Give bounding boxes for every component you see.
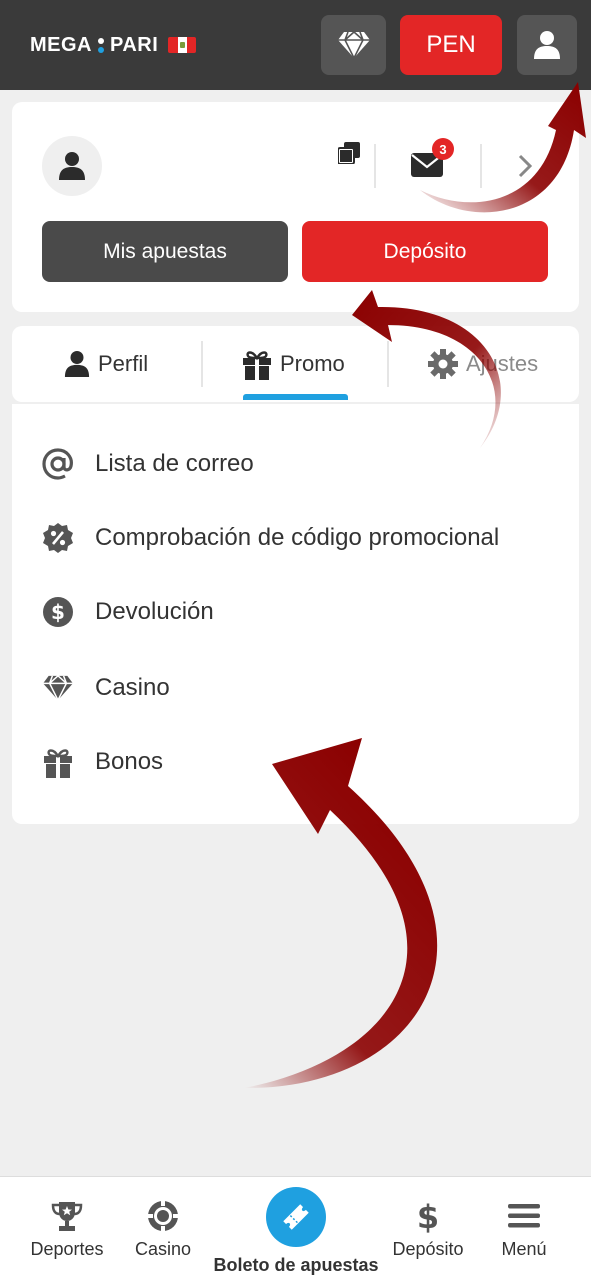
diamond-icon	[40, 670, 76, 706]
nav-deposit[interactable]: $ Depósito	[388, 1177, 468, 1280]
ticket-icon	[283, 1204, 309, 1230]
percent-badge-icon	[40, 520, 76, 556]
menu-item-promo-code-check[interactable]: Comprobación de código promocional	[40, 518, 499, 558]
divider	[374, 144, 376, 188]
gift-icon	[243, 351, 271, 380]
dollar-icon: $	[417, 1199, 439, 1233]
copy-icon[interactable]	[337, 142, 360, 169]
deposit-button[interactable]: Depósito	[302, 221, 548, 282]
user-icon	[59, 152, 85, 180]
promo-menu: Lista de correo Comprobación de código p…	[12, 404, 579, 824]
dollar-circle-icon: $	[40, 594, 76, 630]
peru-flag-icon	[168, 37, 197, 53]
nav-bet-slip[interactable]: Boleto de apuestas	[205, 1177, 387, 1280]
bottom-navigation: Deportes Casino Boleto de apuestas $ Dep…	[0, 1176, 591, 1280]
profile-button[interactable]	[517, 15, 577, 75]
nav-casino[interactable]: Casino	[128, 1177, 198, 1280]
logo-dots	[98, 37, 104, 53]
divider	[480, 144, 482, 188]
logo-text-right: PARI	[110, 33, 159, 56]
menu-item-bonuses[interactable]: Bonos	[40, 742, 163, 782]
nav-menu[interactable]: Menú	[496, 1177, 552, 1280]
nav-sports[interactable]: Deportes	[26, 1177, 108, 1280]
casino-diamond-button[interactable]	[321, 15, 386, 75]
at-icon	[40, 446, 76, 482]
menu-item-mailing-list[interactable]: Lista de correo	[40, 444, 254, 484]
divider	[201, 341, 203, 387]
logo-text-left: MEGA	[30, 33, 92, 56]
divider	[387, 341, 389, 387]
menu-item-label: Devolución	[95, 598, 214, 625]
tab-promo[interactable]: Promo	[242, 326, 345, 402]
user-icon	[534, 31, 560, 59]
nav-label: Deportes	[30, 1239, 104, 1259]
tab-perfil[interactable]: Perfil	[64, 326, 148, 402]
user-icon	[64, 351, 90, 377]
menu-item-label: Lista de correo	[95, 450, 254, 477]
svg-text:$: $	[417, 1199, 439, 1233]
chevron-right-icon[interactable]	[518, 154, 533, 183]
menu-item-casino[interactable]: Casino	[40, 668, 170, 708]
profile-tabs: Perfil Promo Ajustes	[12, 326, 579, 402]
my-bets-button[interactable]: Mis apuestas	[42, 221, 288, 282]
active-tab-indicator	[243, 394, 348, 400]
nav-label: Boleto de apuestas	[213, 1255, 379, 1275]
tab-label: Ajustes	[466, 351, 539, 376]
menu-item-refund[interactable]: $ Devolución	[40, 592, 214, 632]
avatar[interactable]	[42, 136, 102, 196]
profile-card: 3 Mis apuestas Depósito	[12, 102, 579, 312]
svg-text:$: $	[51, 600, 65, 624]
tab-label: Perfil	[98, 351, 149, 376]
diamond-icon	[337, 30, 370, 60]
top-bar: MEGA PARI PEN	[0, 0, 591, 90]
hamburger-icon	[508, 1204, 540, 1228]
menu-item-label: Comprobación de código promocional	[95, 524, 500, 551]
tab-label: Promo	[280, 351, 345, 376]
gear-icon	[428, 349, 458, 379]
chip-icon	[148, 1201, 178, 1231]
megapari-logo[interactable]: MEGA PARI	[30, 32, 197, 58]
gift-icon	[40, 744, 76, 780]
tab-ajustes[interactable]: Ajustes	[428, 326, 538, 402]
currency-button[interactable]: PEN	[400, 15, 502, 75]
menu-item-label: Casino	[95, 674, 170, 701]
nav-label: Menú	[501, 1239, 547, 1259]
nav-label: Casino	[134, 1239, 192, 1259]
nav-label: Depósito	[392, 1239, 464, 1259]
menu-item-label: Bonos	[95, 748, 164, 775]
messages-count-badge: 3	[432, 138, 454, 160]
trophy-icon	[51, 1202, 83, 1231]
